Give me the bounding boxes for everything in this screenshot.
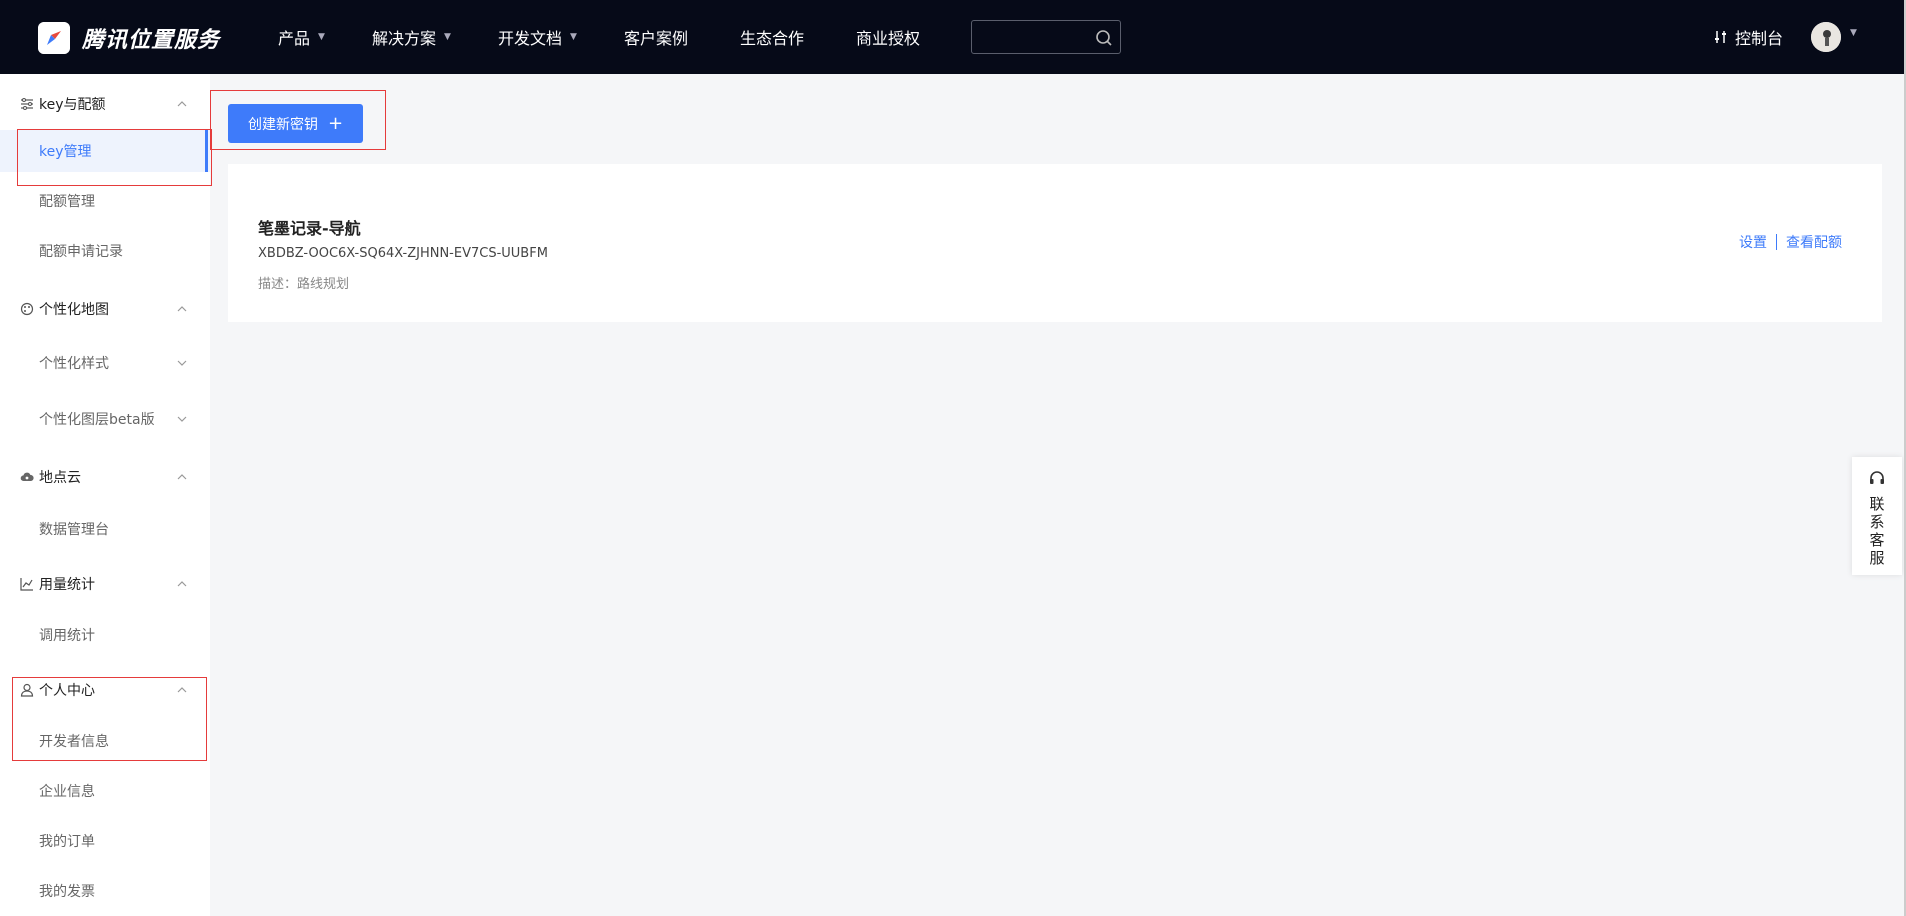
chevron-up-icon bbox=[177, 687, 187, 693]
sidebar-item-call-stats[interactable]: 调用统计 bbox=[0, 614, 210, 656]
sidebar-item-quota-management[interactable]: 配额管理 bbox=[0, 180, 210, 222]
nav-products[interactable]: 产品 ▼ bbox=[278, 0, 325, 74]
nav-ecosystem[interactable]: 生态合作 bbox=[740, 0, 804, 74]
user-icon bbox=[20, 683, 34, 697]
sidebar-item-company-info[interactable]: 企业信息 bbox=[0, 770, 210, 812]
search-input[interactable] bbox=[980, 27, 1090, 47]
caret-down-icon: ▼ bbox=[570, 32, 577, 42]
sidebar-item-developer-info[interactable]: 开发者信息 bbox=[0, 720, 210, 762]
sidebar-item-label: 数据管理台 bbox=[39, 522, 109, 538]
nav-label: 商业授权 bbox=[856, 29, 921, 48]
brand-logo[interactable]: 腾讯位置服务 bbox=[38, 22, 220, 54]
create-key-button[interactable]: 创建新密钥 + bbox=[228, 104, 363, 143]
sidebar-item-label: key管理 bbox=[39, 144, 92, 160]
chevron-up-icon bbox=[177, 581, 187, 587]
chevron-down-icon bbox=[177, 416, 187, 422]
plus-icon: + bbox=[327, 112, 344, 134]
sidebar-section-label: key与配额 bbox=[39, 97, 106, 113]
nav-label: 生态合作 bbox=[740, 29, 805, 48]
nav-label: 解决方案 bbox=[372, 29, 437, 48]
compass-logo-icon bbox=[38, 22, 70, 54]
key-card-actions: 设置 查看配额 bbox=[1739, 232, 1842, 252]
sidebar-section-label: 个人中心 bbox=[39, 683, 95, 699]
sidebar-item-label: 我的发票 bbox=[39, 884, 95, 900]
sidebar-item-my-invoices[interactable]: 我的发票 bbox=[0, 870, 210, 912]
sidebar-section-custom-map[interactable]: 个性化地图 bbox=[0, 289, 210, 329]
sidebar-section-personal-center[interactable]: 个人中心 bbox=[0, 670, 210, 710]
sidebar-item-label: 企业信息 bbox=[39, 784, 95, 800]
settings-link[interactable]: 设置 bbox=[1739, 232, 1767, 252]
sidebar-item-data-console[interactable]: 数据管理台 bbox=[0, 508, 210, 550]
sidebar-item-label: 个性化图层beta版 bbox=[39, 412, 155, 428]
palette-icon bbox=[20, 302, 34, 316]
view-quota-link[interactable]: 查看配额 bbox=[1786, 232, 1842, 252]
chevron-up-icon bbox=[177, 306, 187, 312]
chevron-down-icon bbox=[177, 360, 187, 366]
contact-support-tab[interactable]: 联系客服 bbox=[1852, 457, 1902, 575]
sidebar-section-label: 地点云 bbox=[39, 470, 81, 486]
caret-down-icon: ▼ bbox=[444, 32, 451, 42]
nav-label: 客户案例 bbox=[624, 29, 689, 48]
chevron-up-icon bbox=[177, 474, 187, 480]
chevron-up-icon bbox=[177, 101, 187, 107]
nav-solutions[interactable]: 解决方案 ▼ bbox=[372, 0, 451, 74]
nav-licensing[interactable]: 商业授权 bbox=[856, 0, 920, 74]
sliders-icon bbox=[1715, 31, 1726, 43]
nav-cases[interactable]: 客户案例 bbox=[624, 0, 688, 74]
caret-down-icon[interactable]: ▼ bbox=[1850, 28, 1857, 38]
avatar[interactable] bbox=[1811, 22, 1841, 52]
console-label: 控制台 bbox=[1735, 29, 1784, 48]
sidebar-item-key-management[interactable]: key管理 bbox=[0, 130, 210, 172]
sidebar-section-label: 个性化地图 bbox=[39, 302, 109, 318]
nav-label: 开发文档 bbox=[498, 29, 563, 48]
create-key-label: 创建新密钥 bbox=[247, 116, 318, 133]
key-value: XBDBZ-OOC6X-SQ64X-ZJHNN-EV7CS-UUBFM bbox=[258, 246, 548, 261]
cloud-icon bbox=[20, 472, 34, 481]
sidebar-item-my-orders[interactable]: 我的订单 bbox=[0, 820, 210, 862]
sidebar-item-label: 调用统计 bbox=[39, 628, 95, 644]
sidebar-section-key-quota[interactable]: key与配额 bbox=[0, 84, 210, 124]
sidebar: key与配额 key管理 配额管理 配额申请记录 个性化地图 个性化样式 个性化… bbox=[0, 74, 210, 916]
sidebar-item-label: 我的订单 bbox=[39, 834, 95, 850]
key-description: 描述：路线规划 bbox=[258, 277, 350, 292]
sidebar-item-label: 开发者信息 bbox=[39, 734, 109, 750]
key-card: 笔墨记录-导航 XBDBZ-OOC6X-SQ64X-ZJHNN-EV7CS-UU… bbox=[228, 164, 1882, 322]
sidebar-section-place-cloud[interactable]: 地点云 bbox=[0, 457, 210, 497]
sidebar-section-usage-stats[interactable]: 用量统计 bbox=[0, 564, 210, 604]
headset-icon bbox=[1870, 471, 1884, 484]
top-navbar: 腾讯位置服务 产品 ▼ 解决方案 ▼ 开发文档 ▼ 客户案例 生态合作 商业授权 控制… bbox=[0, 0, 1906, 74]
search-icon[interactable] bbox=[1094, 28, 1114, 48]
key-name: 笔墨记录-导航 bbox=[258, 219, 361, 238]
sidebar-item-custom-layer[interactable]: 个性化图层beta版 bbox=[0, 398, 210, 440]
sidebar-item-label: 配额管理 bbox=[39, 194, 95, 210]
nav-label: 产品 bbox=[278, 29, 311, 48]
sidebar-item-label: 配额申请记录 bbox=[39, 244, 123, 260]
caret-down-icon: ▼ bbox=[318, 32, 325, 42]
console-link[interactable]: 控制台 bbox=[1713, 0, 1783, 74]
contact-support-label: 联系客服 bbox=[1869, 495, 1885, 567]
list-settings-icon bbox=[21, 98, 33, 110]
sidebar-item-label: 个性化样式 bbox=[39, 356, 109, 372]
brand-name: 腾讯位置服务 bbox=[82, 28, 221, 53]
search-box bbox=[971, 20, 1121, 54]
divider bbox=[1776, 234, 1777, 250]
chart-line-icon bbox=[20, 578, 33, 591]
sidebar-section-label: 用量统计 bbox=[39, 577, 95, 593]
nav-docs[interactable]: 开发文档 ▼ bbox=[498, 0, 577, 74]
sidebar-item-quota-requests[interactable]: 配额申请记录 bbox=[0, 230, 210, 272]
sidebar-item-custom-style[interactable]: 个性化样式 bbox=[0, 342, 210, 384]
